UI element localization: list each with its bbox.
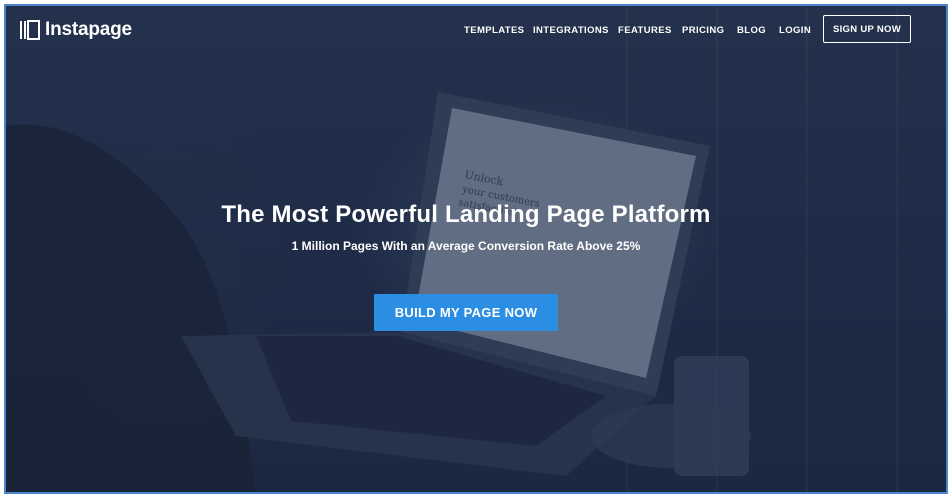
nav-pricing[interactable]: PRICING [682,25,724,36]
nav-integrations[interactable]: INTEGRATIONS [533,25,609,36]
nav-templates[interactable]: TEMPLATES [464,25,524,36]
hero-subtitle: 1 Million Pages With an Average Conversi… [291,239,641,253]
build-page-button[interactable]: BUILD MY PAGE NOW [374,294,558,331]
page-frame: Unlock your customers satisfaction Insta… [4,4,948,494]
nav-features[interactable]: FEATURES [618,25,672,36]
nav-blog[interactable]: BLOG [737,25,766,36]
signup-button[interactable]: SIGN UP NOW [823,15,911,43]
hero-title: The Most Powerful Landing Page Platform [221,201,711,228]
top-navigation: Instapage TEMPLATES INTEGRATIONS FEATURE… [6,6,946,56]
brand-logo[interactable]: Instapage [19,18,132,42]
nav-login[interactable]: LOGIN [779,25,811,36]
instapage-logo-icon [20,20,40,40]
brand-name: Instapage [45,19,132,40]
